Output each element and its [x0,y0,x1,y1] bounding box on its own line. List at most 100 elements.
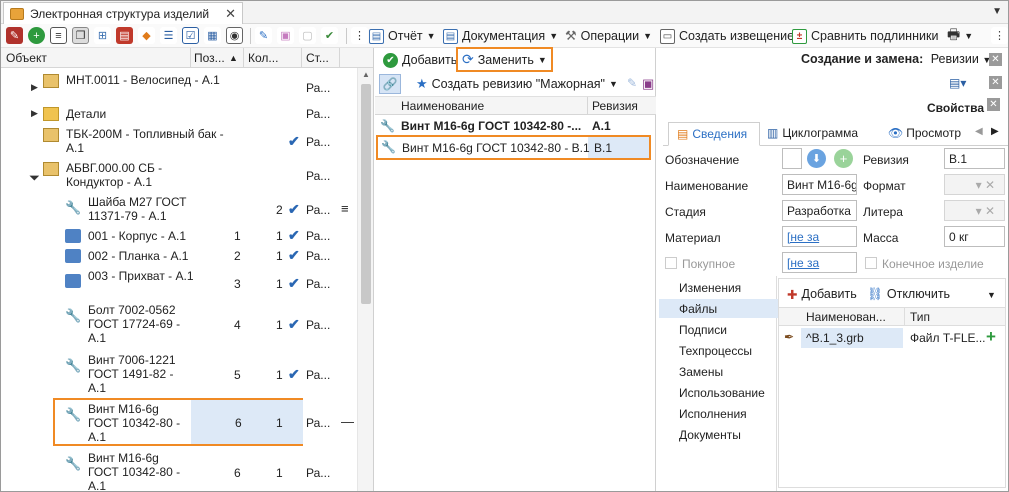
add-file-button[interactable]: ✚ Добавить [787,285,857,303]
tree-row[interactable]: ◢ АБВГ.000.00 СБ - Кондуктор - А.1 Ра... [1,158,357,192]
litera-select[interactable]: ▾ ✕ [944,200,1005,221]
documentation-button[interactable]: ▤ Документация ▼ [443,27,558,45]
checklist-icon[interactable]: ☑ [182,27,199,44]
final-product-checkbox[interactable] [865,257,877,269]
tree-row[interactable]: ТБК-200М - Топливный бак - А.1 ✔ Ра... [1,124,357,158]
purchased-field[interactable]: [не за [782,252,857,273]
more-icon[interactable]: ⋮ [351,27,368,44]
replace-button[interactable]: ⟳ Заменить ▼ [456,47,553,72]
format-select[interactable]: ▾ ✕ [944,174,1005,195]
close-icon[interactable]: ✕ [989,76,1002,89]
operations-button[interactable]: ⚒ Операции ▼ [565,27,652,45]
tree-icon[interactable]: ⊞ [94,27,111,44]
part-icon [65,249,81,263]
col-count[interactable]: Кол... [248,51,278,65]
list-icon[interactable]: ≡ [50,27,67,44]
pencil-icon[interactable]: ✎ [627,76,637,90]
stage-field[interactable]: Разработка [782,200,857,221]
col-status[interactable]: Ст... [306,51,329,65]
copy-icon[interactable]: ❐ [72,27,89,44]
save-icon[interactable]: ▣ [277,27,294,44]
nav-replacements[interactable]: Замены [679,365,723,379]
report-button[interactable]: ▤ Отчёт ▼ [369,27,436,45]
tab-next-icon[interactable]: ▶ [991,126,999,137]
chevron-down-icon[interactable]: ▼ [987,290,996,300]
tree-row[interactable]: ▶ Детали Ра... [1,104,357,124]
nav-changes[interactable]: Изменения [679,281,741,295]
list-tree-icon[interactable]: ☰ [160,27,177,44]
material-field[interactable]: [не за [782,226,857,247]
tree-row[interactable]: 🔧 Винт 7006-1221 ГОСТ 1491-82 - А.1 5 1 … [1,350,357,400]
mode-selector[interactable]: Создание и замена: Ревизии ▼ [801,52,991,66]
scroll-up-icon[interactable]: ▲ [362,70,370,79]
standard-part-icon: 🔧 [65,200,82,215]
collapse-arrow-icon[interactable]: ◢ [28,169,41,182]
dash-icon[interactable]: — [341,414,354,429]
file-row[interactable]: ✒ ^В.1_3.grb Файл T-FLE... + [779,327,1005,349]
tab-info[interactable]: ▤ Сведения [668,122,760,146]
scroll-thumb[interactable] [361,84,371,304]
nav-documents[interactable]: Документы [679,428,741,442]
part-icon [65,274,81,288]
compare-originals-button[interactable]: ± Сравнить подлинники [792,27,938,45]
nav-files[interactable]: Файлы [679,302,717,316]
download-icon[interactable]: ⬇ [807,149,826,168]
report-icon: ▤ [369,28,384,44]
tab-preview[interactable]: 👁 Просмотр [888,126,968,140]
tree-scrollbar[interactable]: ▲ [357,68,373,491]
revision-field[interactable]: В.1 [944,148,1005,169]
tree-row[interactable]: ▶ МНТ.0011 - Велосипед - А.1 Ра... [1,70,357,104]
save-icon[interactable]: ▣ [642,76,654,92]
overflow-icon[interactable]: ⋮ [991,27,1008,44]
close-icon[interactable]: ✕ [225,6,236,22]
star-icon: ★ [416,76,428,91]
edit-structure-icon[interactable]: ✎ [6,27,23,44]
close-icon[interactable]: ✕ [989,53,1002,66]
tab-cyclogram[interactable]: ▥ Циклограмма [767,126,858,140]
link-icon[interactable]: 🔗 [379,74,401,94]
name-field[interactable]: Винт М16-6g [782,174,857,195]
tree-row[interactable]: 001 - Корпус - А.1 1 1 ✔ Ра... [1,226,357,246]
nav-usage[interactable]: Использование [679,386,765,400]
documentation-icon: ▤ [443,28,458,44]
tree-row[interactable]: 🔧 Шайба М27 ГОСТ 11371-79 - А.1 2 ✔ Ра..… [1,192,357,226]
nav-processes[interactable]: Техпроцессы [679,344,752,358]
expand-arrow-icon[interactable]: ▶ [31,82,38,93]
create-revision-button[interactable]: ★ Создать ревизию "Мажорная" ▼ [416,75,618,93]
add-icon[interactable]: + [28,27,45,44]
menu-icon[interactable]: ≡ [341,201,349,216]
cancel-icon[interactable]: ▢ [299,27,316,44]
replace-row[interactable]: 🔧 Винт М16-6g ГОСТ 10342-80 -... А.1 [375,116,656,136]
expand-arrow-icon[interactable]: ▶ [31,108,38,119]
mass-field[interactable]: 0 кг [944,226,1005,247]
close-icon[interactable]: ✕ [987,98,1000,111]
col-object[interactable]: Объект [6,51,47,65]
tab-prev-icon[interactable]: ◀ [975,126,983,137]
nav-variants[interactable]: Исполнения [679,407,747,421]
tree-row[interactable]: 🔧 Винт М16-6g ГОСТ 10342-80 - А.1 6 1 Ра… [1,448,357,491]
print-button[interactable]: 🖶 ▼ [947,26,973,45]
add-button[interactable]: ✔ Добавить [383,51,457,69]
tree-row[interactable]: 🔧 Болт 7002-0562 ГОСТ 17724-69 - А.1 4 1… [1,300,357,350]
apply-icon[interactable]: ✔ [321,27,338,44]
create-notice-button[interactable]: ▭ Создать извещение [660,27,794,45]
replace-row-selected[interactable]: 🔧 Винт М16-6g ГОСТ 10342-80 - В.1 В.1 [376,135,651,160]
document-icon[interactable]: ▤ [116,27,133,44]
tag-icon[interactable]: ◆ [138,27,155,44]
designation-field[interactable] [782,148,802,169]
nav-files-selected[interactable] [659,299,779,318]
tab-product-structure[interactable]: Электронная структура изделий ✕ [3,2,243,24]
tree-row[interactable]: 002 - Планка - А.1 2 1 ✔ Ра... [1,246,357,266]
tree-row[interactable]: 003 - Прихват - А.1 3 1 ✔ Ра... [1,266,357,300]
pencil-icon[interactable]: ✎ [255,27,272,44]
chevron-down-icon[interactable]: ▼ [992,6,1002,17]
add-icon[interactable]: + [986,327,996,347]
layout-icon[interactable]: ▤▾ [949,76,966,90]
table-icon[interactable]: ▦ [204,27,221,44]
nav-signatures[interactable]: Подписи [679,323,727,337]
view-icon[interactable]: ◉ [226,27,243,44]
detach-file-button[interactable]: ⛓ Отключить [867,285,950,303]
purchased-checkbox[interactable] [665,257,677,269]
add-icon[interactable]: + [834,149,853,168]
col-position[interactable]: Поз... [194,51,225,65]
